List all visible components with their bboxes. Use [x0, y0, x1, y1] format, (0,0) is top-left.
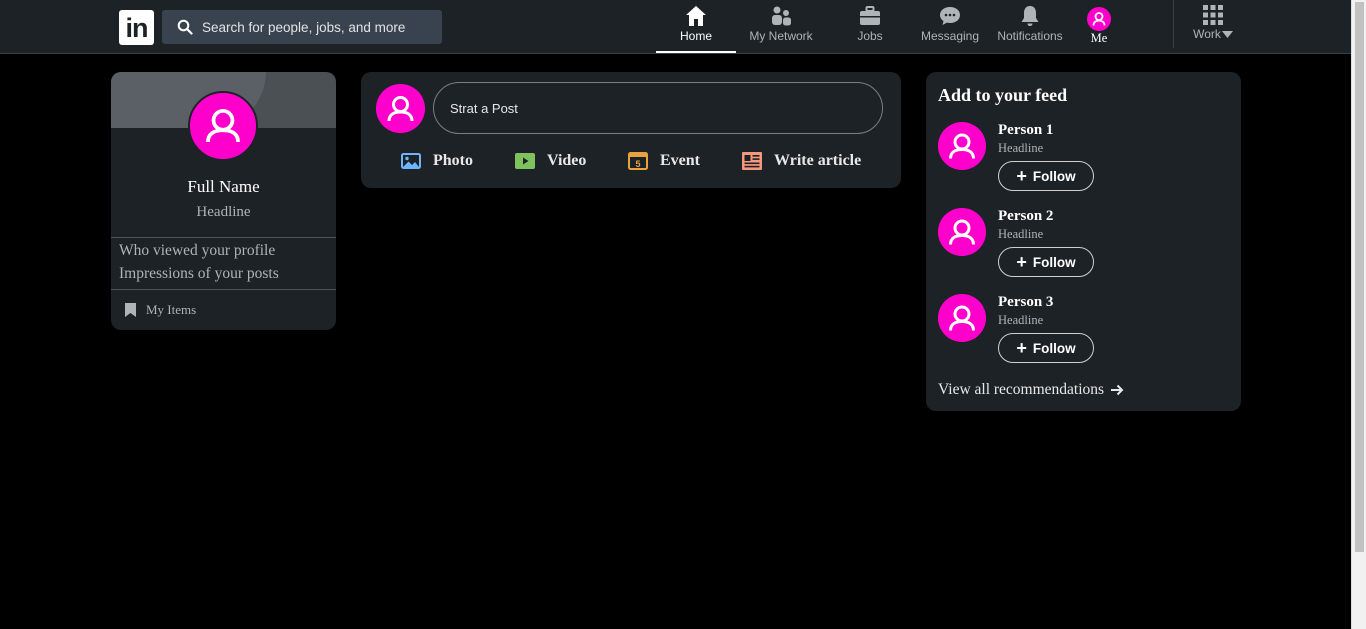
person-headline: Headline: [998, 313, 1044, 327]
nav-jobs[interactable]: Jobs: [830, 0, 910, 53]
page-scrollbar[interactable]: [1351, 0, 1366, 629]
nav-divider: [1173, 0, 1174, 48]
nav-notifications-label: Notifications: [997, 29, 1063, 43]
profile-headline: Headline: [196, 204, 251, 220]
search-icon: [177, 19, 193, 35]
scrollbar-thumb[interactable]: [1355, 2, 1364, 552]
video-button[interactable]: Video: [515, 152, 586, 170]
write-article-button[interactable]: Write article: [742, 152, 861, 170]
avatar-icon: [1087, 7, 1111, 31]
start-post-button[interactable]: Strat a Post: [433, 82, 883, 134]
caret-down-icon: [1221, 31, 1233, 39]
person-avatar-icon[interactable]: [938, 208, 986, 256]
nav-home-label: Home: [679, 29, 712, 43]
network-icon: [772, 6, 791, 26]
my-items-label: My Items: [146, 302, 197, 317]
nav-me-label: Me: [1090, 31, 1108, 45]
follow-label: Follow: [1032, 340, 1076, 356]
nav-work-label-wrap: Work: [1180, 27, 1246, 41]
follow-button[interactable]: + Follow: [998, 161, 1094, 191]
person-name[interactable]: Person 1: [998, 122, 1053, 139]
follow-label: Follow: [1032, 254, 1076, 270]
nav-my-network-label: My Network: [749, 29, 813, 43]
view-all-label: View all recommendations: [938, 381, 1105, 398]
plus-icon: +: [1016, 252, 1027, 272]
plus-icon: +: [1016, 338, 1027, 358]
profile-divider-1: [111, 237, 336, 238]
chat-icon: [940, 7, 960, 25]
nav-work[interactable]: Work: [1180, 0, 1246, 53]
arrow-right-icon: [1111, 384, 1124, 396]
nav-notifications[interactable]: Notifications: [990, 0, 1070, 53]
calendar-icon: 5: [628, 152, 648, 170]
my-items-link[interactable]: My Items: [125, 302, 196, 318]
profile-divider-2: [111, 289, 336, 290]
person-avatar-icon[interactable]: [938, 294, 986, 342]
write-article-label: Write article: [774, 152, 862, 169]
nav-messaging-label: Messaging: [920, 29, 980, 43]
follow-label: Follow: [1032, 168, 1076, 184]
view-all-recommendations-link[interactable]: View all recommendations: [938, 381, 1124, 399]
plus-icon: +: [1016, 166, 1027, 186]
search-input[interactable]: [202, 10, 437, 44]
photo-button[interactable]: Photo: [401, 152, 473, 170]
nav-my-network[interactable]: My Network: [741, 0, 821, 53]
post-impressions-link[interactable]: Impressions of your posts: [119, 265, 279, 283]
profile-name[interactable]: Full Name: [111, 177, 336, 197]
video-icon: [515, 153, 535, 169]
grid-icon: [1203, 5, 1223, 25]
svg-text:5: 5: [635, 159, 640, 169]
nav-home[interactable]: Home: [656, 0, 736, 53]
person-name[interactable]: Person 2: [998, 208, 1053, 225]
bookmark-icon: [125, 303, 136, 317]
profile-card: Full Name Headline Who viewed your profi…: [111, 72, 336, 330]
profile-viewers-link[interactable]: Who viewed your profile: [119, 242, 275, 260]
list-item: Person 3 Headline + Follow: [938, 294, 1228, 376]
profile-avatar-icon[interactable]: [188, 91, 258, 161]
linkedin-logo[interactable]: in: [119, 10, 154, 45]
list-item: Person 2 Headline + Follow: [938, 208, 1228, 290]
post-composer-card: Strat a Post Photo Video 5 Event Write a…: [361, 72, 901, 188]
photo-icon: [401, 153, 421, 169]
feed-title: Add to your feed: [938, 85, 1068, 105]
photo-label: Photo: [433, 152, 473, 169]
briefcase-icon: [860, 6, 880, 25]
event-label: Event: [660, 152, 700, 169]
top-nav-bar: in Home My Network Jobs: [0, 0, 1351, 54]
add-to-feed-card: Add to your feed Person 1 Headline + Foll…: [926, 72, 1241, 411]
article-icon: [742, 152, 762, 170]
search-bar[interactable]: [162, 10, 442, 44]
nav-work-label: Work: [1193, 27, 1221, 41]
person-name[interactable]: Person 3: [998, 294, 1053, 311]
person-avatar-icon[interactable]: [938, 122, 986, 170]
bell-icon: [1021, 6, 1039, 26]
person-headline: Headline: [998, 227, 1044, 241]
composer-avatar-icon: [376, 84, 425, 133]
nav-jobs-label: Jobs: [857, 29, 883, 43]
nav-messaging[interactable]: Messaging: [910, 0, 990, 53]
nav-me[interactable]: Me: [1074, 0, 1124, 53]
follow-button[interactable]: + Follow: [998, 247, 1094, 277]
person-headline: Headline: [998, 141, 1044, 155]
event-button[interactable]: 5 Event: [628, 152, 700, 170]
home-icon: [686, 6, 706, 26]
list-item: Person 1 Headline + Follow: [938, 122, 1228, 204]
video-label: Video: [547, 152, 587, 169]
follow-button[interactable]: + Follow: [998, 333, 1094, 363]
